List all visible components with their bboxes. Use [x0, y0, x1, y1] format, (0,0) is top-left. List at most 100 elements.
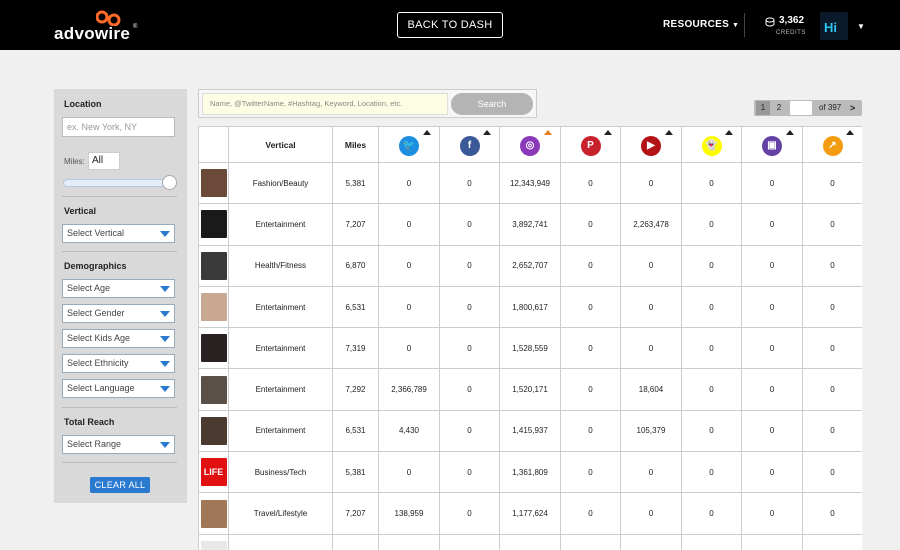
snapchat-column-header[interactable]: 👻: [681, 126, 742, 163]
table-row[interactable]: Travel/Lifestyle 7,207 138,959 0 1,177,624 0 0…: [198, 492, 862, 535]
facebook-count-cell: [439, 533, 500, 550]
table-row[interactable]: LIFE Business/Tech 5,381 0 0 1,361,809 0 0 0 0 0: [198, 451, 862, 494]
analytics-column-header[interactable]: ↗: [802, 126, 862, 163]
search-input[interactable]: Name, @TwitterName, #Hashtag, Keyword, L…: [202, 93, 448, 115]
clear-all-button[interactable]: CLEAR ALL: [90, 477, 150, 493]
account-chevron-down-icon[interactable]: ▼: [857, 22, 865, 31]
profile-thumbnail[interactable]: [200, 334, 227, 363]
vertical-cell: Entertainment: [228, 409, 333, 453]
profile-thumbnail[interactable]: [200, 169, 227, 198]
sort-caret-icon[interactable]: [665, 130, 673, 135]
table-row[interactable]: Entertainment 6,531 0 0 1,800,617 0 0 0 0 0: [198, 285, 862, 329]
facebook-column-header[interactable]: f: [439, 126, 500, 163]
facebook-count-cell: 0: [439, 161, 500, 205]
thumbnail-cell[interactable]: [198, 285, 229, 329]
table-row[interactable]: [198, 533, 862, 550]
youtube-count-cell: 2,263,478: [620, 203, 682, 246]
table-row[interactable]: Entertainment 6,531 4,430 0 1,415,937 0 105,37…: [198, 409, 862, 453]
divider: [62, 407, 177, 408]
sort-caret-icon[interactable]: [725, 130, 733, 135]
thumbnail-cell[interactable]: [198, 161, 229, 205]
total-reach-heading: Total Reach: [64, 417, 115, 427]
miles-cell: 7,207: [332, 203, 379, 246]
youtube-count-cell: 0: [620, 244, 682, 287]
miles-cell: [332, 533, 379, 550]
vertical-cell: Entertainment: [228, 368, 333, 411]
ethnicity-select[interactable]: Select Ethnicity: [62, 354, 175, 373]
page-2-button[interactable]: 2: [772, 101, 786, 115]
thumbnail-cell[interactable]: LIFE: [198, 451, 229, 494]
thumbnail-cell[interactable]: [198, 368, 229, 411]
page-1-button[interactable]: 1: [756, 101, 770, 115]
advowire-logo[interactable]: advowire ®: [54, 10, 144, 43]
user-avatar[interactable]: Hi: [820, 12, 848, 40]
pinterest-column-header[interactable]: P: [560, 126, 621, 163]
miles-column-header[interactable]: Miles: [332, 126, 379, 163]
twitch-count-cell: 0: [741, 409, 803, 453]
age-select[interactable]: Select Age: [62, 279, 175, 298]
youtube-count-cell: 105,379: [620, 409, 682, 453]
sort-caret-icon[interactable]: [483, 130, 491, 135]
search-bar: Name, @TwitterName, #Hashtag, Keyword, L…: [198, 89, 537, 118]
table-row[interactable]: Entertainment 7,207 0 0 3,892,741 0 2,263,478 0…: [198, 203, 862, 246]
analytics-count-cell: [802, 533, 862, 550]
divider: [62, 251, 177, 252]
sort-caret-icon[interactable]: [423, 130, 431, 135]
profile-thumbnail[interactable]: [200, 540, 227, 550]
table-row[interactable]: Entertainment 7,319 0 0 1,528,559 0 0 0 0 0: [198, 327, 862, 370]
twitter-count-cell: 0: [378, 161, 440, 205]
dropdown-arrow-icon: [160, 386, 170, 392]
miles-slider-track[interactable]: [63, 179, 175, 187]
profile-thumbnail[interactable]: [200, 251, 227, 280]
miles-slider-handle[interactable]: [162, 175, 177, 190]
sort-caret-icon[interactable]: [786, 130, 794, 135]
gender-select[interactable]: Select Gender: [62, 304, 175, 323]
twitch-icon: ▣: [762, 136, 782, 156]
thumbnail-cell[interactable]: [198, 533, 229, 550]
kids-age-select[interactable]: Select Kids Age: [62, 329, 175, 348]
twitter-column-header[interactable]: 🐦: [378, 126, 440, 163]
twitch-count-cell: 0: [741, 244, 803, 287]
vertical-select[interactable]: Select Vertical: [62, 224, 175, 243]
language-select[interactable]: Select Language: [62, 379, 175, 398]
page-number-input[interactable]: [790, 101, 812, 115]
table-row[interactable]: Fashion/Beauty 5,381 0 0 12,343,949 0 0 0 0 0: [198, 161, 862, 205]
dropdown-arrow-icon: [160, 442, 170, 448]
back-to-dash-button[interactable]: BACK TO DASH: [397, 12, 503, 38]
next-page-button[interactable]: >: [850, 101, 855, 115]
sort-caret-icon[interactable]: [846, 130, 854, 135]
instagram-count-cell: 1,800,617: [499, 285, 561, 329]
profile-thumbnail[interactable]: [200, 499, 227, 528]
youtube-column-header[interactable]: ▶: [620, 126, 682, 163]
table-row[interactable]: Entertainment 7,292 2,366,789 0 1,520,171 0 18…: [198, 368, 862, 411]
sort-caret-icon[interactable]: [604, 130, 612, 135]
thumbnail-cell[interactable]: [198, 203, 229, 246]
vertical-column-header[interactable]: Vertical: [228, 126, 333, 163]
location-input[interactable]: ex. New York, NY: [62, 117, 175, 137]
profile-thumbnail[interactable]: LIFE: [200, 458, 227, 487]
profile-thumbnail[interactable]: [200, 375, 227, 404]
profile-thumbnail[interactable]: [200, 293, 227, 322]
search-button[interactable]: Search: [451, 93, 533, 115]
thumbnail-cell[interactable]: [198, 244, 229, 287]
miles-cell: 5,381: [332, 451, 379, 494]
profile-thumbnail[interactable]: [200, 210, 227, 239]
analytics-count-cell: 0: [802, 492, 862, 535]
twitter-count-cell: [378, 533, 440, 550]
table-row[interactable]: Health/Fitness 6,870 0 0 2,652,707 0 0 0 0 0: [198, 244, 862, 287]
snapchat-count-cell: 0: [681, 327, 742, 370]
analytics-count-cell: 0: [802, 327, 862, 370]
range-select[interactable]: Select Range: [62, 435, 175, 454]
sort-caret-icon[interactable]: [544, 130, 552, 135]
profile-thumbnail[interactable]: [200, 416, 227, 445]
instagram-column-header[interactable]: ◎: [499, 126, 561, 163]
pinterest-count-cell: 0: [560, 244, 621, 287]
resources-menu[interactable]: RESOURCES ▼: [663, 19, 739, 30]
thumbnail-cell[interactable]: [198, 409, 229, 453]
thumbnail-cell[interactable]: [198, 492, 229, 535]
avatar-text: Hi: [824, 20, 837, 35]
thumbnail-cell[interactable]: [198, 327, 229, 370]
twitch-column-header[interactable]: ▣: [741, 126, 803, 163]
twitch-count-cell: 0: [741, 161, 803, 205]
snapchat-count-cell: 0: [681, 203, 742, 246]
